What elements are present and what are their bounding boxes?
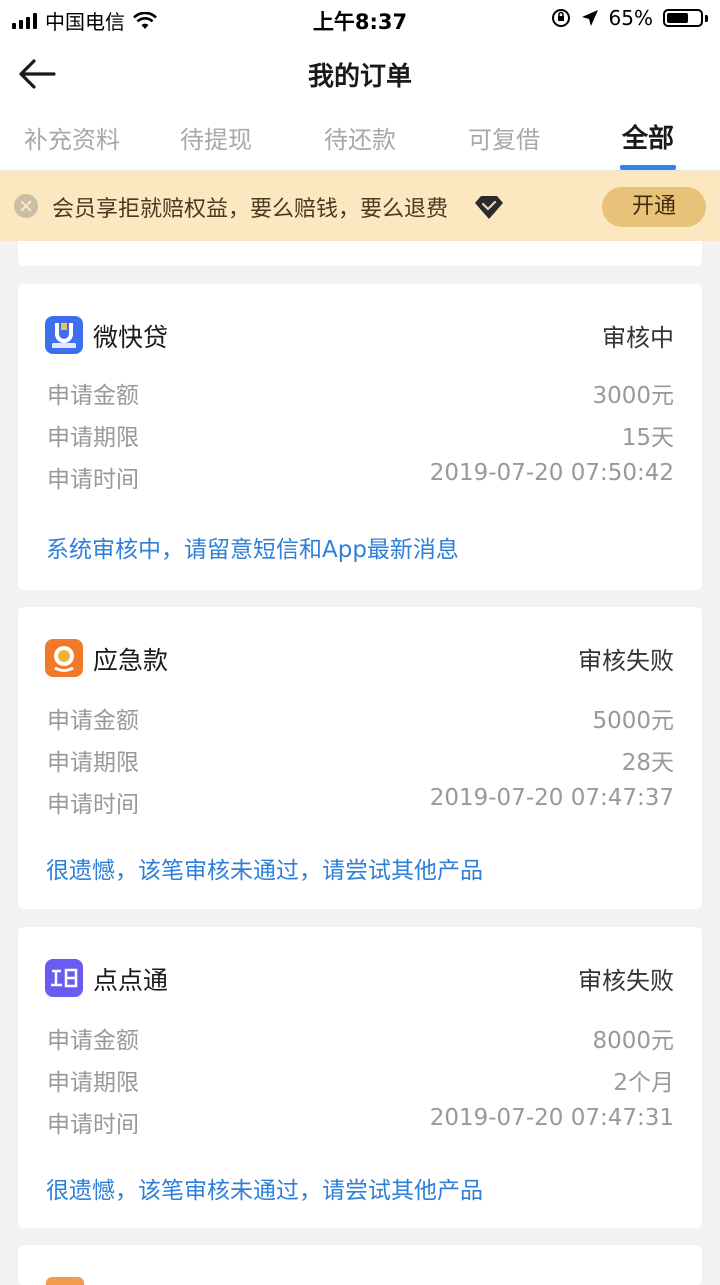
time-row: 申请时间 2019-07-20 07:47:31 (47, 1105, 674, 1138)
diandiantong-logo-icon (45, 959, 83, 997)
close-icon[interactable] (14, 194, 38, 218)
term-row: 申请期限 28天 (47, 743, 674, 776)
amount-row: 申请金额 5000元 (47, 701, 674, 734)
tab-all[interactable]: 全部 (576, 110, 720, 170)
term-label: 申请期限 (47, 425, 139, 451)
yingjikuan-logo-icon (45, 639, 83, 677)
order-message: 很遗憾，该笔审核未通过，请尝试其他产品 (46, 858, 483, 884)
next-order-card[interactable] (18, 1245, 702, 1285)
order-card[interactable]: 微快贷 审核中 申请金额 3000元 申请期限 15天 申请时间 2019-07… (18, 284, 702, 590)
time-value: 2019-07-20 07:47:37 (429, 785, 674, 811)
amount-label: 申请金额 (47, 383, 139, 409)
order-message: 系统审核中，请留意短信和App最新消息 (46, 537, 459, 563)
tab-pending-withdraw[interactable]: 待提现 (144, 110, 288, 170)
location-icon (581, 10, 598, 26)
diamond-icon (475, 196, 503, 219)
member-banner: 会员享拒就赔权益，要么赔钱，要么退费 开通 (0, 171, 720, 241)
amount-label: 申请金额 (47, 708, 139, 734)
time-label: 申请时间 (47, 1112, 139, 1138)
time-label: 申请时间 (47, 467, 139, 493)
orientation-lock-icon (551, 9, 570, 27)
product-name: 应急款 (93, 646, 169, 675)
status-bar: 中国电信 上午8:37 65% (0, 0, 720, 36)
open-membership-button[interactable]: 开通 (602, 187, 706, 227)
banner-text: 会员享拒就赔权益，要么赔钱，要么退费 (52, 197, 449, 222)
term-value: 2个月 (613, 1070, 674, 1096)
amount-value: 5000元 (592, 708, 674, 734)
term-value: 28天 (621, 750, 674, 776)
battery-percent: 65% (608, 6, 653, 30)
nav-bar: 我的订单 (0, 36, 720, 110)
tab-pending-repay[interactable]: 待还款 (288, 110, 432, 170)
term-row: 申请期限 2个月 (47, 1063, 674, 1096)
amount-label: 申请金额 (47, 1028, 139, 1054)
product-name: 微快贷 (93, 323, 169, 352)
weikuaidai-logo-icon (45, 316, 83, 354)
product-name: 点点通 (93, 966, 169, 995)
term-row: 申请期限 15天 (47, 418, 674, 451)
order-status: 审核失败 (578, 647, 674, 675)
order-message: 很遗憾，该笔审核未通过，请尝试其他产品 (46, 1178, 483, 1204)
time-row: 申请时间 2019-07-20 07:47:37 (47, 785, 674, 818)
tab-reborrow[interactable]: 可复借 (432, 110, 576, 170)
order-card[interactable]: 应急款 审核失败 申请金额 5000元 申请期限 28天 申请时间 2019-0… (18, 607, 702, 909)
time-value: 2019-07-20 07:47:31 (429, 1105, 674, 1131)
previous-card-edge (18, 241, 702, 266)
product-logo-icon (46, 1277, 84, 1285)
tab-bar: 补充资料 待提现 待还款 可复借 全部 (0, 110, 720, 171)
term-label: 申请期限 (47, 1070, 139, 1096)
amount-value: 8000元 (592, 1028, 674, 1054)
time-value: 2019-07-20 07:50:42 (429, 460, 674, 486)
battery-icon (663, 9, 708, 27)
order-card[interactable]: 点点通 审核失败 申请金额 8000元 申请期限 2个月 申请时间 2019-0… (18, 927, 702, 1228)
order-status: 审核失败 (578, 967, 674, 995)
time-row: 申请时间 2019-07-20 07:50:42 (47, 460, 674, 493)
amount-row: 申请金额 3000元 (47, 376, 674, 409)
order-status: 审核中 (602, 324, 674, 352)
amount-value: 3000元 (592, 383, 674, 409)
amount-row: 申请金额 8000元 (47, 1021, 674, 1054)
tab-supplement[interactable]: 补充资料 (0, 110, 144, 170)
term-value: 15天 (621, 425, 674, 451)
time-label: 申请时间 (47, 792, 139, 818)
term-label: 申请期限 (47, 750, 139, 776)
page-title: 我的订单 (307, 62, 412, 92)
